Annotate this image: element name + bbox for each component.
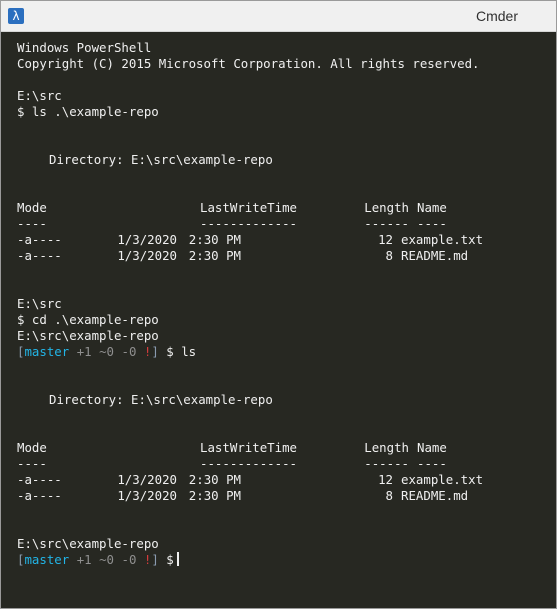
row-length: 8 [385,488,393,503]
git-prompt: [master +1 ~0 -0 !] $ ls [17,344,556,360]
listing-row: -a---- 1/3/2020 2:30 PM 12 example.txt [17,232,556,248]
git-deleted: -0 [121,552,137,567]
banner-line: Windows PowerShell [17,40,152,55]
dash-lastwritetime: ------------- [200,456,297,471]
command-text: $ ls [166,344,197,359]
listing-row: -a---- 1/3/2020 2:30 PM 8 README.md [17,248,556,264]
row-time: 2:30 PM [188,488,241,503]
prompt-path: E:\src\example-repo [17,536,159,551]
copyright-line: Copyright (C) 2015 Microsoft Corporation… [17,56,480,71]
directory-label: Directory: E:\src\example-repo [49,152,273,167]
row-date: 1/3/2020 [117,232,177,247]
git-modified: ~0 [99,344,115,359]
git-branch: master [24,344,70,359]
row-length: 8 [385,248,393,263]
row-date: 1/3/2020 [117,248,177,263]
terminal-console[interactable]: Windows PowerShell Copyright (C) 2015 Mi… [1,32,556,608]
prompt-path: E:\src [17,296,62,311]
listing-row: -a---- 1/3/2020 2:30 PM 8 README.md [17,488,556,504]
cmder-lambda-icon: λ [8,8,24,24]
header-mode: Mode [17,200,47,215]
title-bar[interactable]: λ Cmder [1,1,556,32]
row-time: 2:30 PM [188,232,241,247]
row-time: 2:30 PM [188,472,241,487]
header-length: Length [364,440,409,455]
dash-length: ------ [364,216,409,231]
git-bracket-close: ] [151,344,159,359]
row-length: 12 [378,472,393,487]
dash-mode: ---- [17,216,47,231]
git-modified: ~0 [99,552,115,567]
header-name: Name [417,440,447,455]
git-bracket-close: ] [151,552,159,567]
dash-name: ---- [417,216,447,231]
prompt-symbol: $ [166,552,174,567]
row-date: 1/3/2020 [117,472,177,487]
row-name: example.txt [401,472,484,487]
row-date: 1/3/2020 [117,488,177,503]
directory-label: Directory: E:\src\example-repo [49,392,273,407]
prompt-path: E:\src\example-repo [17,328,159,343]
row-name: README.md [401,488,469,503]
row-length: 12 [378,232,393,247]
window-title: Cmder [475,8,518,24]
text-cursor[interactable] [176,552,179,566]
prompt-path: E:\src [17,88,62,103]
header-length: Length [364,200,409,215]
header-lastwritetime: LastWriteTime [200,440,297,455]
git-added: +1 [76,552,92,567]
command-line: $ ls .\example-repo [17,104,159,119]
row-mode: -a---- [17,248,62,263]
dash-lastwritetime: ------------- [200,216,297,231]
command-line: $ cd .\example-repo [17,312,159,327]
git-added: +1 [76,344,92,359]
header-lastwritetime: LastWriteTime [200,200,297,215]
listing-dashes: ---- ------------- ------ ---- [17,456,556,472]
git-branch: master [24,552,70,567]
row-mode: -a---- [17,232,62,247]
cmder-window: λ Cmder Windows PowerShell Copyright (C)… [0,0,557,609]
git-deleted: -0 [121,344,137,359]
dash-length: ------ [364,456,409,471]
row-name: example.txt [401,232,484,247]
row-mode: -a---- [17,488,62,503]
listing-header: Mode LastWriteTime Length Name [17,200,556,216]
row-time: 2:30 PM [188,248,241,263]
listing-row: -a---- 1/3/2020 2:30 PM 12 example.txt [17,472,556,488]
header-name: Name [417,200,447,215]
listing-dashes: ---- ------------- ------ ---- [17,216,556,232]
header-mode: Mode [17,440,47,455]
row-name: README.md [401,248,469,263]
dash-mode: ---- [17,456,47,471]
git-prompt[interactable]: [master +1 ~0 -0 !] $ [17,552,556,568]
dash-name: ---- [417,456,447,471]
listing-header: Mode LastWriteTime Length Name [17,440,556,456]
row-mode: -a---- [17,472,62,487]
